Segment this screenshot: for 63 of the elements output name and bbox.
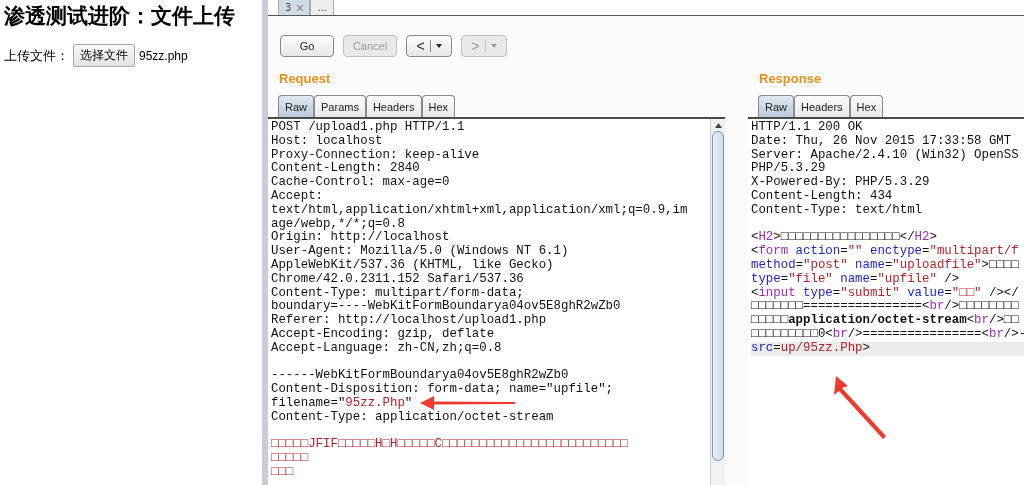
scroll-up-icon[interactable] <box>714 123 722 128</box>
choose-file-button[interactable]: 选择文件 <box>73 44 135 67</box>
code-line: age/webp,*/*;q=0.8 <box>271 217 405 231</box>
editor-tab[interactable]: Params <box>314 95 366 117</box>
pane-title: Request <box>278 71 332 87</box>
toolbar-button[interactable]: < <box>406 35 452 57</box>
code-line: Accept-Language: zh-CN,zh;q=0.8 <box>271 341 502 356</box>
code-line: boundary=----WebKitFormBoundarya04ov5E8ghR2wZb0 <box>271 300 621 314</box>
code-line: AppleWebKit/537.36 (KHTML, like Gecko) <box>271 258 554 273</box>
code-line: <input type="submit" value="□□" /></ <box>751 286 1019 300</box>
editor-tab[interactable]: Raw <box>758 95 794 117</box>
code-line: Proxy-Connection: keep-alive <box>271 148 480 162</box>
code-line: <H2>□□□□□□□□□□□□□□□□</H2> <box>751 231 937 245</box>
code-line: filename="95zz.Php" <box>271 396 413 411</box>
code-line: Chrome/42.0.2311.152 Safari/537.36 <box>271 272 524 287</box>
code-line: HTTP/1.1 200 OK <box>751 121 863 135</box>
editor-tab[interactable]: Headers <box>794 95 850 117</box>
editor-tab[interactable]: Raw <box>278 95 314 117</box>
code-line: ------WebKitFormBoundarya04ov5E8ghR2wZb0 <box>271 369 569 383</box>
upload-label: 上传文件： <box>4 46 69 65</box>
code-line: Referer: http://localhost/upload1.php <box>271 314 547 328</box>
code-line: User-Agent: Mozilla/5.0 (Windows NT 6.1) <box>271 245 569 259</box>
code-line: Host: localhost <box>271 134 383 149</box>
code-line: □□□□□JFIF□□□□□H□H□□□□□C□□□□□□□□□□□□□□□□□□□□□□□□□ <box>271 438 628 453</box>
pane-title: Response <box>758 71 823 87</box>
code-line: POST /upload1.php HTTP/1.1 <box>271 121 465 135</box>
code-line: Content-Type: text/html <box>751 203 923 218</box>
code-line: Content-Length: 2840 <box>271 162 420 176</box>
repeater-tab[interactable]: ... <box>310 0 334 15</box>
code-line: Accept: <box>271 190 324 204</box>
code-line: PHP/5.3.29 <box>751 162 826 176</box>
editor-tab[interactable]: Hex <box>849 95 884 117</box>
code-line: type="file" name="upfile" /> <box>751 272 960 287</box>
annotation-arrow <box>834 376 886 439</box>
code-line: Date: Thu, 26 Nov 2015 17:33:58 GMT <box>751 134 1012 149</box>
code-line: Accept-Encoding: gzip, deflate <box>271 327 495 342</box>
repeater-tab[interactable]: 3 <box>278 0 311 15</box>
scrollbar[interactable] <box>710 119 725 485</box>
editor-tab[interactable]: Headers <box>365 95 422 117</box>
code-line: Origin: http://localhost <box>271 231 450 245</box>
scrollbar-thumb[interactable] <box>712 131 724 461</box>
caret-icon <box>490 44 497 48</box>
code-line: Content-Length: 434 <box>751 190 893 204</box>
editor-tab[interactable]: Hex <box>421 95 456 117</box>
code-line: method="post" name="uploadfile">□□□□ <box>751 258 1019 273</box>
code-line: Server: Apache/2.4.10 (Win32) OpenSS <box>751 148 1019 162</box>
code-line: □□□□□□□================<br/>□□□□□□□□ <box>751 300 1019 314</box>
code-line: Content-Disposition: form-data; name="upfile"; <box>271 383 614 397</box>
code-line: Cache-Control: max-age=0 <box>271 176 450 190</box>
code-line: text/html,application/xhtml+xml,application/xml;q=0.9,im <box>271 203 688 218</box>
code-line: X-Powered-By: PHP/5.3.29 <box>751 176 930 190</box>
chosen-file-name: 95zz.php <box>139 48 188 63</box>
toolbar-button[interactable]: Go <box>280 35 334 57</box>
code-line: <form action="" enctype="multipart/f <box>751 245 1019 259</box>
code-line: Content-Type: application/octet-stream <box>271 410 554 425</box>
code-line: □□□ <box>271 465 294 480</box>
code-line: □□□□□□□□□0<br/>================<br/>- <box>751 327 1024 342</box>
code-line: □□□□□application/octet-stream<br/>□□ <box>751 314 1019 328</box>
page-heading: 渗透测试进阶：文件上传 <box>4 2 236 30</box>
code-line: Content-Type: multipart/form-data; <box>271 286 524 300</box>
caret-icon <box>435 44 442 48</box>
close-icon[interactable] <box>297 4 304 11</box>
code-line: □□□□□ <box>271 452 309 466</box>
